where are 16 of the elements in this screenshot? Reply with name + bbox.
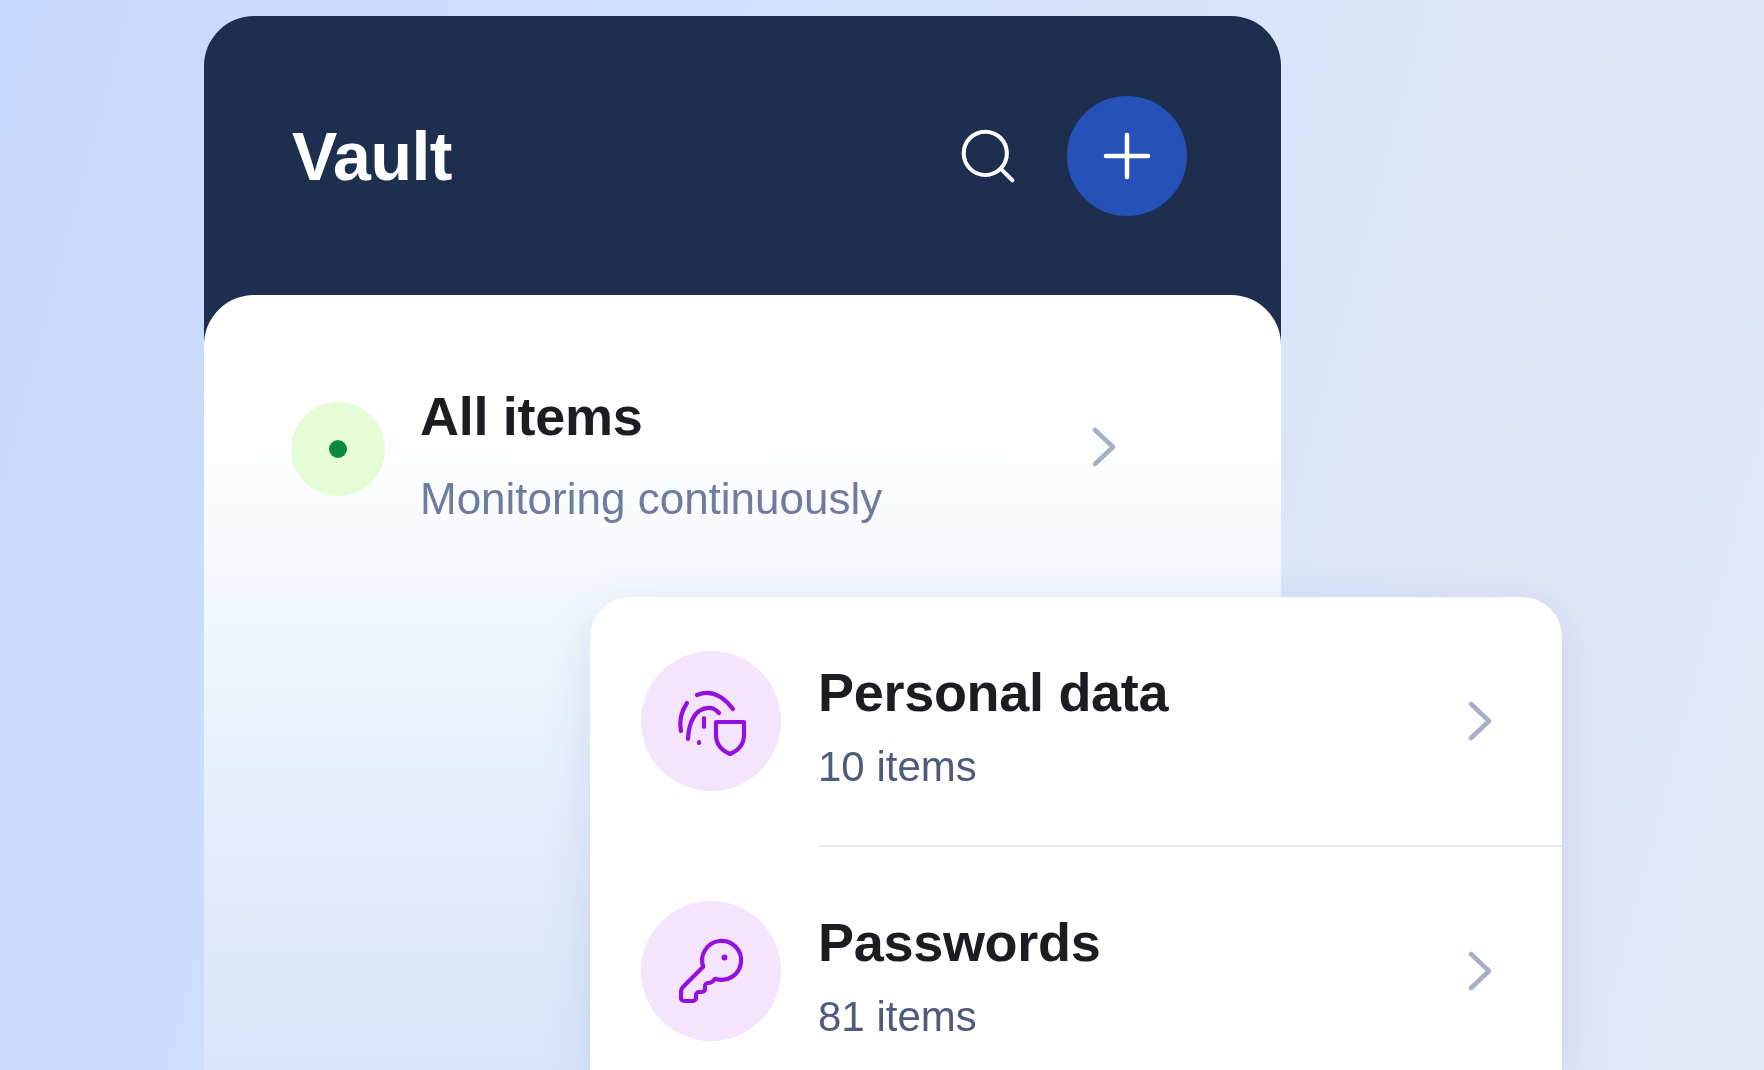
chevron-right-icon bbox=[1468, 951, 1492, 991]
vault-title: Vault bbox=[292, 121, 452, 190]
item-count: 81 items bbox=[818, 992, 978, 1042]
category-title: Personal data bbox=[818, 661, 1169, 724]
category-title: Passwords bbox=[818, 911, 1101, 974]
search-button[interactable] bbox=[961, 128, 1015, 183]
item-count: 10 items bbox=[818, 742, 978, 792]
chevron-right-icon bbox=[1092, 426, 1116, 467]
overview-title: All items bbox=[420, 385, 644, 448]
chevron-right-icon bbox=[1468, 701, 1492, 741]
overview-subtitle: Monitoring continuously bbox=[420, 473, 883, 525]
search-icon bbox=[961, 128, 1015, 183]
key-icon bbox=[641, 901, 781, 1041]
fingerprint-shield-icon bbox=[641, 651, 781, 791]
plus-icon bbox=[1103, 131, 1151, 180]
status-dot-icon bbox=[291, 401, 385, 496]
